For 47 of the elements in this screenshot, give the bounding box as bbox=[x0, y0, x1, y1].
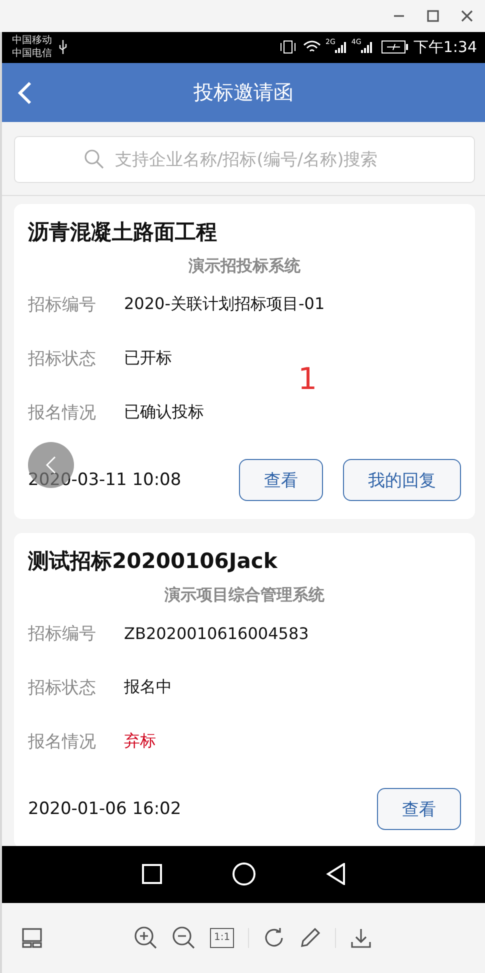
field-label: 报名情况 bbox=[28, 402, 97, 424]
usb-icon bbox=[58, 39, 68, 56]
field-value: 已开标 bbox=[124, 348, 172, 369]
battery-icon bbox=[381, 40, 410, 54]
maximize-icon[interactable] bbox=[427, 10, 439, 22]
signal-icon bbox=[335, 40, 348, 54]
system-name: 演示项目综合管理系统 bbox=[164, 585, 326, 606]
field-value: 2020-关联计划招标项目-01 bbox=[124, 294, 325, 315]
rotate-icon[interactable] bbox=[263, 926, 286, 949]
clock-time: 下午1:34 bbox=[413, 38, 477, 57]
carrier-name: 中国移动 bbox=[12, 34, 52, 48]
vibrate-icon bbox=[278, 40, 298, 54]
close-icon[interactable] bbox=[461, 10, 473, 22]
project-title: 测试招标20200106Jack bbox=[28, 548, 278, 576]
zoom-out-icon[interactable] bbox=[172, 926, 196, 950]
field-value: 弃标 bbox=[124, 730, 156, 752]
field-label: 招标状态 bbox=[28, 348, 97, 370]
page-number: 1 bbox=[298, 362, 318, 397]
home-icon[interactable] bbox=[232, 862, 256, 886]
wifi-icon bbox=[302, 40, 322, 54]
action-button[interactable]: 查看 bbox=[377, 788, 461, 830]
search-field[interactable]: 支持企业名称/招标(编号/名称)搜索 bbox=[14, 136, 475, 184]
signal-icon bbox=[361, 40, 374, 54]
back-icon[interactable] bbox=[18, 80, 32, 105]
field-label: 招标编号 bbox=[28, 294, 97, 316]
field-label: 招标状态 bbox=[28, 676, 97, 699]
pencil-icon[interactable] bbox=[299, 926, 322, 949]
date-time: 2020-01-06 16:02 bbox=[28, 799, 182, 820]
field-value: 已确认投标 bbox=[124, 402, 204, 423]
search-icon bbox=[84, 149, 104, 170]
project-title: 沥青混凝土路面工程 bbox=[28, 219, 218, 246]
page-title: 投标邀请函 bbox=[194, 79, 294, 106]
field-label: 报名情况 bbox=[28, 730, 97, 753]
system-name: 演示招投标系统 bbox=[188, 256, 302, 278]
recent-apps-icon[interactable] bbox=[142, 864, 162, 884]
date-time: 2020-03-11 10:08 bbox=[28, 470, 182, 490]
field-value: ZB2020010616004583 bbox=[124, 624, 309, 643]
back-triangle-icon[interactable] bbox=[326, 863, 346, 886]
layout-icon[interactable] bbox=[22, 928, 42, 948]
field-label: 招标编号 bbox=[28, 622, 97, 645]
action-button[interactable]: 我的回复 bbox=[343, 459, 461, 502]
carrier-name: 中国电信 bbox=[12, 47, 52, 60]
actual-size-button[interactable]: 1:1 bbox=[210, 928, 234, 948]
zoom-in-icon[interactable] bbox=[134, 926, 158, 950]
action-button[interactable]: 查看 bbox=[239, 459, 323, 502]
field-value: 报名中 bbox=[124, 676, 172, 698]
download-icon[interactable] bbox=[350, 926, 372, 949]
